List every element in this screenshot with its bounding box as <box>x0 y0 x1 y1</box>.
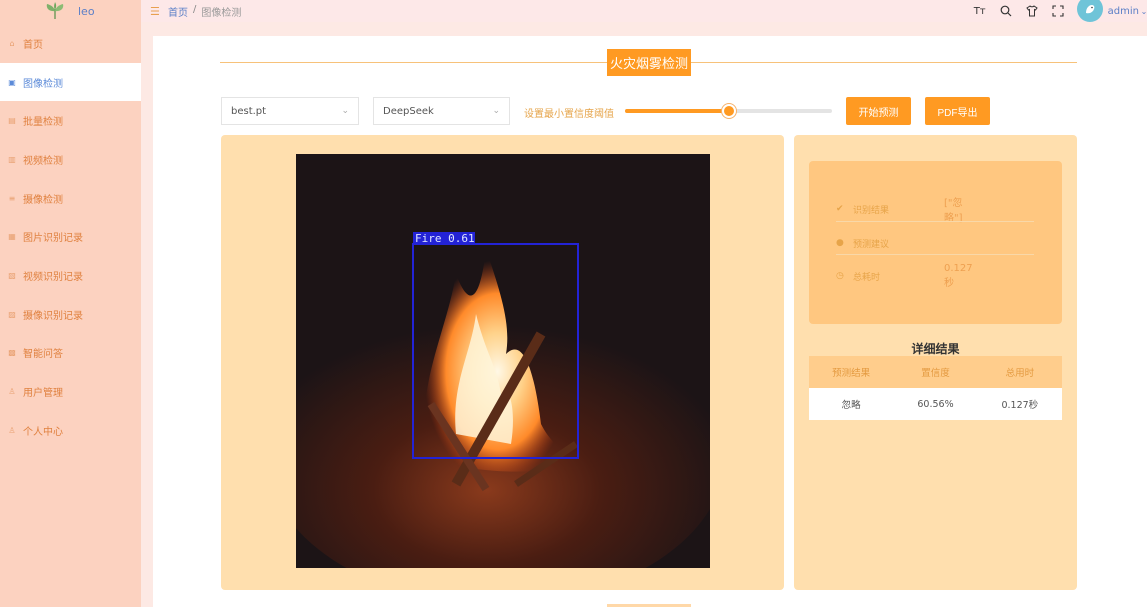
breadcrumb: 首页 / 图像检测 <box>168 4 241 19</box>
suggest-row: ● 预测建议 <box>836 232 889 254</box>
sidebar-item-label: 首页 <box>23 39 43 51</box>
header-toolbar: Tт admin ⌄ <box>973 0 1147 22</box>
video-record-icon: ▧ <box>8 270 16 280</box>
camera-record-icon: ▨ <box>8 309 16 319</box>
sidebar-item-chat[interactable]: ▩ 智能问答 <box>0 334 141 373</box>
app-name: leo <box>78 4 95 18</box>
sidebar-item-label: 批量检测 <box>23 117 63 129</box>
table-header: 预测结果 置信度 总用时 <box>809 356 1062 388</box>
start-predict-button[interactable]: 开始预测 <box>846 97 911 125</box>
page-title: 火灾烟雾检测 <box>607 49 691 76</box>
sidebar-item-batch-detect[interactable]: ▤ 批量检测 <box>0 101 141 140</box>
sidebar-item-label: 用户管理 <box>23 388 63 400</box>
llm-select-value: DeepSeek <box>383 105 434 117</box>
font-size-icon[interactable]: Tт <box>973 4 987 18</box>
confidence-slider-fill <box>625 109 729 113</box>
sidebar-menu: ⌂ 首页 ▣ 图像检测 ▤ 批量检测 ▥ 视频检测 ≡ 摄像检测 ▦ 图片识别记录 ▧ 视频识… <box>0 24 141 450</box>
sidebar-item-label: 视频识别记录 <box>23 271 83 283</box>
sidebar-item-camera-detect[interactable]: ≡ 摄像检测 <box>0 179 141 218</box>
sidebar: leo ⌂ 首页 ▣ 图像检测 ▤ 批量检测 ▥ 视频检测 ≡ 摄像检测 ▦ 图片识别记录 … <box>0 0 141 607</box>
result-divider <box>836 221 1034 222</box>
result-label: 识别结果 <box>853 205 890 216</box>
sidebar-item-profile[interactable]: ♙ 个人中心 <box>0 411 141 450</box>
sidebar-item-home[interactable]: ⌂ 首页 <box>0 24 141 63</box>
table-cell: 60.56% <box>917 398 954 410</box>
bird-avatar-icon <box>1085 5 1095 14</box>
home-icon: ⌂ <box>9 38 15 48</box>
sidebar-item-label: 智能问答 <box>23 349 63 361</box>
table-header-cell: 置信度 <box>921 368 950 379</box>
breadcrumb-separator: / <box>193 3 197 15</box>
confidence-slider-handle[interactable] <box>721 104 736 118</box>
sidebar-item-video-record[interactable]: ▧ 视频识别记录 <box>0 256 141 295</box>
theme-shirt-icon[interactable] <box>1025 4 1039 18</box>
table-header-cell: 预测结果 <box>832 368 871 379</box>
result-panel: ✔ 识别结果 ["忽略"] ● 预测建议 ◷ 总耗时 0.127秒 详细结果 预… <box>794 135 1077 590</box>
sidebar-item-video-detect[interactable]: ▥ 视频检测 <box>0 140 141 179</box>
top-header: ☰ 首页 / 图像检测 Tт admin ⌄ <box>141 0 1147 22</box>
suggest-label: 预测建议 <box>853 239 890 250</box>
model-select[interactable]: best.pt ⌄ <box>221 97 359 125</box>
avatar[interactable] <box>1076 0 1103 22</box>
clock-icon: ◷ <box>836 271 844 281</box>
sidebar-item-label: 图片识别记录 <box>23 233 83 245</box>
table-cell: 0.127秒 <box>1001 400 1039 411</box>
table-row: 忽略 60.56% 0.127秒 <box>809 388 1062 420</box>
batch-icon: ▤ <box>8 116 16 126</box>
result-summary-card: ✔ 识别结果 ["忽略"] ● 预测建议 ◷ 总耗时 0.127秒 <box>809 161 1062 324</box>
sidebar-item-image-record[interactable]: ▦ 图片识别记录 <box>0 217 141 256</box>
confidence-slider[interactable] <box>625 104 832 118</box>
chevron-down-icon: ⌄ <box>492 106 500 116</box>
time-value: 0.127秒 <box>944 263 973 289</box>
image-record-icon: ▦ <box>8 232 16 242</box>
sidebar-item-label: 个人中心 <box>23 426 63 438</box>
model-select-value: best.pt <box>231 105 267 117</box>
campfire-image: Fire 0.61 <box>296 154 710 568</box>
search-icon[interactable] <box>999 4 1013 18</box>
profile-icon: ♙ <box>8 425 16 435</box>
breadcrumb-current: 图像检测 <box>201 7 242 19</box>
user-name[interactable]: admin <box>1108 6 1139 17</box>
suggest-divider <box>836 254 1034 255</box>
sidebar-item-label: 摄像识别记录 <box>23 310 83 322</box>
detail-table: 预测结果 置信度 总用时 忽略 60.56% 0.127秒 <box>809 356 1062 420</box>
detection-image: Fire 0.61 <box>296 154 710 568</box>
sidebar-item-label: 视频检测 <box>23 155 63 167</box>
llm-select[interactable]: DeepSeek ⌄ <box>373 97 510 125</box>
table-cell: 忽略 <box>841 400 861 411</box>
table-header-cell: 总用时 <box>1005 368 1035 379</box>
chevron-down-icon: ⌄ <box>341 106 349 116</box>
breadcrumb-home[interactable]: 首页 <box>168 4 188 19</box>
pdf-export-button[interactable]: PDF导出 <box>925 97 990 125</box>
time-row: ◷ 总耗时 0.127秒 <box>836 263 973 289</box>
sidebar-item-image-detect[interactable]: ▣ 图像检测 <box>0 62 141 102</box>
app-logo[interactable]: leo <box>0 0 141 22</box>
time-label: 总耗时 <box>853 272 881 283</box>
location-pin-icon: ● <box>836 238 844 248</box>
hamburger-menu-icon[interactable]: ☰ <box>150 5 162 18</box>
sidebar-item-camera-record[interactable]: ▨ 摄像识别记录 <box>0 295 141 334</box>
chevron-down-icon[interactable]: ⌄ <box>1141 4 1147 18</box>
image-icon: ▣ <box>8 77 16 87</box>
sidebar-item-label: 图像检测 <box>23 78 63 90</box>
sidebar-item-label: 摄像检测 <box>23 194 63 206</box>
video-icon: ▥ <box>8 154 16 164</box>
sidebar-item-user-manage[interactable]: ♙ 用户管理 <box>0 372 141 411</box>
main-card: 火灾烟雾检测 best.pt ⌄ DeepSeek ⌄ 设置最小置信度阈值 开始… <box>153 36 1147 607</box>
detail-title: 详细结果 <box>911 342 960 356</box>
camera-icon: ≡ <box>8 193 16 203</box>
leaf-logo-icon <box>46 2 64 19</box>
detection-label: Fire 0.61 <box>415 232 475 245</box>
user-icon: ♙ <box>8 387 16 397</box>
check-icon: ✔ <box>836 204 844 214</box>
fullscreen-icon[interactable] <box>1051 4 1065 18</box>
result-value: ["忽略"] <box>944 198 963 224</box>
image-panel: Fire 0.61 <box>221 135 784 590</box>
result-row: ✔ 识别结果 ["忽略"] <box>836 198 963 224</box>
confidence-slider-label: 设置最小置信度阈值 <box>524 109 614 120</box>
chat-icon: ▩ <box>8 348 16 358</box>
